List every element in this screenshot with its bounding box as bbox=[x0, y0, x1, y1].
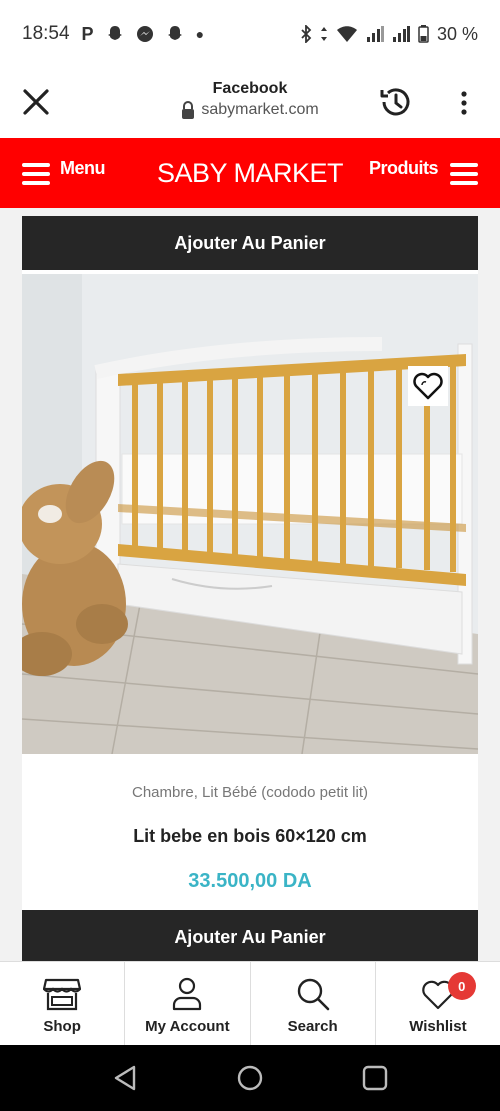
crib-photo bbox=[22, 274, 478, 754]
search-icon bbox=[297, 978, 329, 1011]
signal-icon-2 bbox=[392, 26, 410, 42]
add-to-cart-button-top[interactable]: Ajouter Au Panier bbox=[22, 216, 478, 270]
android-home-button[interactable] bbox=[235, 1063, 265, 1093]
more-vert-icon bbox=[461, 91, 467, 115]
nav-wishlist[interactable]: 0 Wishlist bbox=[376, 962, 500, 1045]
history-button[interactable] bbox=[378, 84, 414, 120]
wifi-icon bbox=[336, 26, 357, 42]
lock-icon bbox=[182, 101, 195, 119]
browser-title-block: Facebook sabymarket.com bbox=[0, 80, 500, 119]
snapchat-icon bbox=[107, 26, 122, 40]
url-text: sabymarket.com bbox=[201, 101, 319, 118]
nav-label-search: Search bbox=[287, 1018, 338, 1035]
parking-icon: P bbox=[81, 23, 94, 44]
product-card: Ajouter Au Panier Chambre, Lit Bébé (cod… bbox=[22, 216, 478, 961]
product-categories: Chambre, Lit Bébé (cododo petit lit) bbox=[22, 784, 478, 801]
products-label: Produits bbox=[368, 158, 439, 178]
android-back-button[interactable] bbox=[110, 1063, 140, 1093]
battery-icon bbox=[418, 25, 429, 43]
status-left: 18:54 P ● bbox=[22, 23, 204, 45]
nav-search[interactable]: Search bbox=[251, 962, 376, 1045]
messenger-icon bbox=[136, 26, 153, 42]
category-link-lit-bebe[interactable]: Lit Bébé (cododo petit lit) bbox=[202, 784, 368, 801]
nav-label-shop: Shop bbox=[43, 1018, 81, 1035]
history-icon bbox=[380, 88, 410, 116]
bottom-nav: Shop My Account Search 0 Wishlist bbox=[0, 961, 500, 1045]
status-right: 30 % bbox=[300, 24, 478, 45]
recents-square-icon bbox=[362, 1065, 388, 1091]
add-to-wishlist-button[interactable] bbox=[408, 366, 448, 406]
back-triangle-icon bbox=[114, 1065, 136, 1091]
dot-icon: ● bbox=[195, 26, 205, 42]
browser-url[interactable]: sabymarket.com bbox=[0, 101, 500, 119]
page: 18:54 P ● 30 % Facebook sabymarket.com M… bbox=[0, 0, 500, 1111]
add-to-cart-button-bottom[interactable]: Ajouter Au Panier bbox=[22, 910, 478, 961]
data-arrows-icon bbox=[320, 27, 327, 41]
browser-title: Facebook bbox=[212, 80, 288, 97]
category-link-chambre[interactable]: Chambre bbox=[132, 784, 194, 801]
product-title[interactable]: Lit bebe en bois 60×120 cm bbox=[22, 826, 478, 847]
nav-my-account[interactable]: My Account bbox=[125, 962, 251, 1045]
nav-label-my-account: My Account bbox=[145, 1018, 230, 1035]
nav-shop[interactable]: Shop bbox=[0, 962, 126, 1045]
products-menu-button[interactable]: Produits bbox=[369, 158, 478, 185]
signal-icon bbox=[366, 26, 384, 42]
more-options-button[interactable] bbox=[452, 88, 476, 118]
product-price: 33.500,00 DA bbox=[188, 870, 312, 892]
bluetooth-icon bbox=[301, 25, 312, 43]
snapchat-icon-2 bbox=[167, 26, 182, 40]
nav-label-wishlist: Wishlist bbox=[409, 1018, 467, 1035]
site-header: Menu SABY MARKET Produits bbox=[0, 138, 500, 208]
heart-outline-icon bbox=[413, 372, 443, 400]
store-icon bbox=[43, 978, 82, 1011]
hamburger-icon-right bbox=[450, 163, 478, 185]
close-button[interactable] bbox=[20, 86, 52, 118]
android-nav-bar bbox=[0, 1045, 500, 1111]
product-image[interactable] bbox=[22, 274, 478, 754]
status-bar: 18:54 P ● 30 % bbox=[0, 0, 500, 68]
category-separator: , bbox=[193, 784, 203, 801]
close-icon bbox=[23, 89, 49, 115]
user-icon bbox=[173, 977, 202, 1011]
status-time: 18:54 bbox=[22, 23, 70, 44]
battery-percent: 30 % bbox=[436, 23, 478, 44]
android-recents-button[interactable] bbox=[360, 1063, 390, 1093]
browser-bar: Facebook sabymarket.com bbox=[0, 68, 500, 138]
home-circle-icon bbox=[237, 1065, 263, 1091]
wishlist-count-badge: 0 bbox=[447, 972, 476, 1000]
